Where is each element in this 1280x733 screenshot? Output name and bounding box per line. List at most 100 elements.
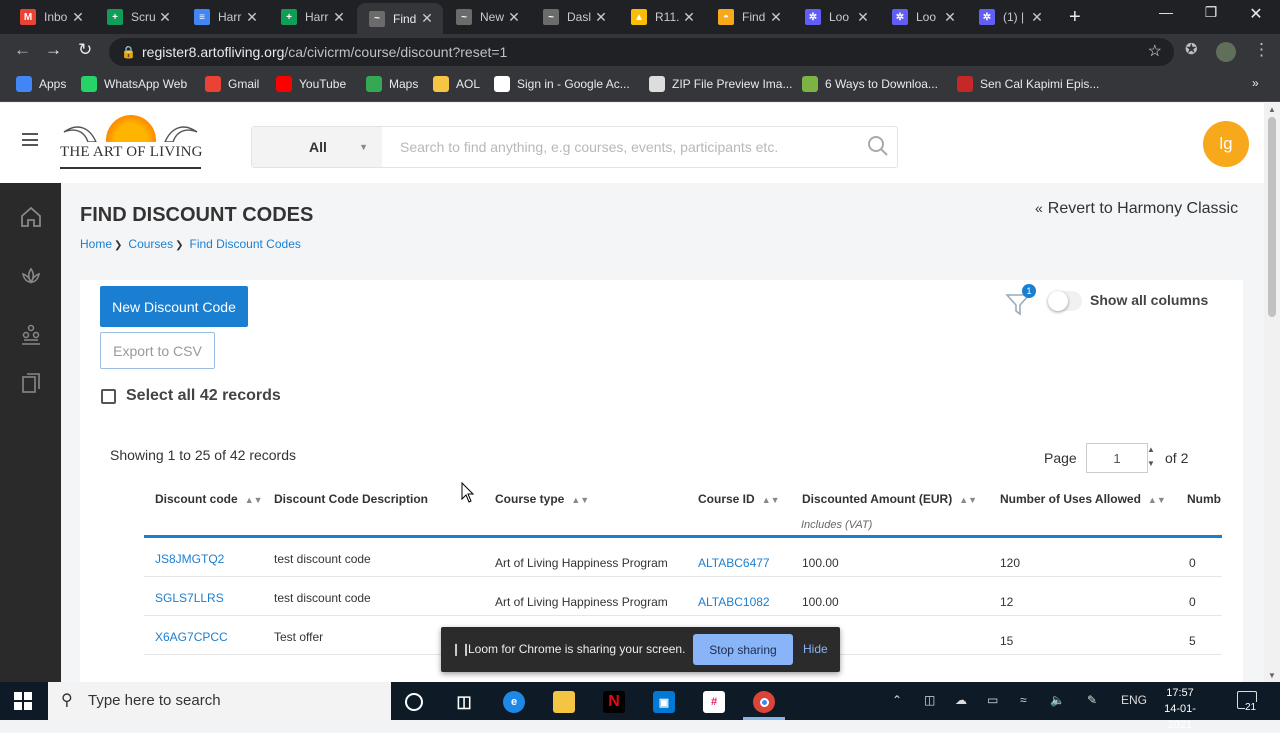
cortana-icon[interactable] — [405, 693, 423, 711]
windows-start-icon[interactable] — [14, 692, 32, 710]
revert-to-classic-link[interactable]: «Revert to Harmony Classic — [1035, 200, 1238, 218]
back-arrow-icon[interactable]: ← — [14, 40, 31, 60]
browser-tab[interactable]: ◓ Find ✕ — [706, 4, 792, 30]
bookmark-item[interactable]: Sign in - Google Ac... — [494, 76, 630, 92]
documents-icon[interactable] — [19, 371, 43, 395]
select-all-checkbox[interactable] — [101, 389, 116, 404]
page-stepper[interactable]: ▲ ▼ — [1144, 443, 1158, 473]
course-id-link[interactable]: ALTABC6477 — [698, 556, 770, 570]
browser-tab[interactable]: + Scru ✕ — [95, 4, 181, 30]
close-tab-icon[interactable]: ✕ — [681, 9, 697, 26]
stop-sharing-button[interactable]: Stop sharing — [693, 634, 793, 665]
browser-tab[interactable]: ~ Find ✕ — [357, 3, 443, 34]
hamburger-menu-icon[interactable] — [22, 133, 38, 146]
scroll-down-arrow-icon[interactable]: ▼ — [1268, 671, 1276, 680]
pen-icon[interactable]: ✎ — [1087, 693, 1097, 707]
vertical-scrollbar[interactable]: ▲ ▼ — [1264, 103, 1280, 682]
browser-tab[interactable]: ≡ Harr ✕ — [182, 4, 268, 30]
close-tab-icon[interactable]: ✕ — [768, 9, 784, 26]
remote-desktop-icon[interactable]: ▣ — [653, 691, 675, 713]
export-csv-button[interactable]: Export to CSV — [100, 332, 215, 369]
minimize-button[interactable]: — — [1146, 4, 1186, 20]
bookmark-star-icon[interactable]: ☆ — [1148, 38, 1162, 66]
home-icon[interactable] — [19, 205, 43, 229]
bookmark-item[interactable]: ZIP File Preview Ima... — [649, 76, 792, 92]
browser-tab[interactable]: ▲ R11. ✕ — [619, 4, 705, 30]
bookmark-item[interactable]: 6 Ways to Downloa... — [802, 76, 938, 92]
browser-tab[interactable]: ~ New ✕ — [444, 4, 530, 30]
bookmark-item[interactable]: Apps — [16, 76, 66, 92]
browser-tab[interactable]: ~ Dasl ✕ — [531, 4, 617, 30]
chrome-icon[interactable] — [753, 691, 775, 713]
close-tab-icon[interactable]: ✕ — [593, 9, 609, 26]
caret-down-icon[interactable]: ▼ — [1144, 457, 1158, 471]
col-header-discounted-amount[interactable]: Discounted Amount (EUR) ▲▼ — [802, 492, 977, 506]
caret-up-icon[interactable]: ▲ — [1144, 443, 1158, 457]
close-tab-icon[interactable]: ✕ — [1029, 9, 1045, 26]
scroll-up-arrow-icon[interactable]: ▲ — [1268, 105, 1276, 114]
discount-code-link[interactable]: SGLS7LLRS — [155, 591, 224, 605]
table-row[interactable]: SGLS7LLRS test discount code Art of Living… — [144, 577, 1222, 616]
close-tab-icon[interactable]: ✕ — [244, 9, 260, 26]
close-tab-icon[interactable]: ✕ — [70, 9, 86, 26]
profile-avatar[interactable] — [1216, 42, 1236, 62]
more-bookmarks-chevron-icon[interactable]: » — [1252, 76, 1259, 90]
course-id-link[interactable]: ALTABC1082 — [698, 595, 770, 609]
system-clock[interactable]: 17:57 14-01-2021 — [1156, 685, 1204, 733]
search-category-select[interactable]: All ▼ — [252, 127, 382, 167]
close-tab-icon[interactable]: ✕ — [419, 10, 435, 27]
lotus-icon[interactable] — [19, 264, 43, 288]
restore-button[interactable]: ❐ — [1191, 4, 1231, 21]
new-tab-button[interactable]: + — [1069, 6, 1081, 29]
col-header-uses-count[interactable]: Numb — [1187, 492, 1221, 506]
browser-tab[interactable]: ✲ (1) | ✕ — [967, 4, 1053, 30]
bookmark-item[interactable]: Sen Cal Kapimi Epis... — [957, 76, 1099, 92]
col-header-course-id[interactable]: Course ID ▲▼ — [698, 492, 780, 506]
chrome-menu-icon[interactable]: ⋮ — [1253, 40, 1270, 60]
show-all-columns-toggle[interactable] — [1048, 291, 1082, 311]
col-header-description[interactable]: Discount Code Description — [274, 492, 428, 506]
forward-arrow-icon[interactable]: → — [45, 40, 62, 60]
bookmark-item[interactable]: YouTube — [276, 76, 346, 92]
close-tab-icon[interactable]: ✕ — [506, 9, 522, 26]
file-explorer-icon[interactable] — [553, 691, 575, 713]
slack-icon[interactable]: # — [703, 691, 725, 713]
art-of-living-logo[interactable]: THE ART OF LIVING — [58, 113, 203, 175]
close-tab-icon[interactable]: ✕ — [157, 9, 173, 26]
battery-icon[interactable]: ▭ — [987, 693, 998, 707]
close-tab-icon[interactable]: ✕ — [855, 9, 871, 26]
lock-icon[interactable]: 🔒 — [121, 38, 136, 66]
vertical-scroll-thumb[interactable] — [1268, 117, 1276, 317]
volume-icon[interactable]: 🔈 — [1050, 693, 1065, 707]
search-icon[interactable] — [867, 135, 889, 157]
tray-overflow-chevron-icon[interactable]: ⌃ — [892, 693, 902, 707]
browser-tab[interactable]: ✲ Loo ✕ — [793, 4, 879, 30]
browser-tab[interactable]: + Harr ✕ — [269, 4, 355, 30]
address-bar[interactable]: 🔒 register8.artofliving.org/ca/civicrm/c… — [109, 38, 1174, 66]
breadcrumb-courses[interactable]: Courses — [128, 237, 173, 251]
close-tab-icon[interactable]: ✕ — [942, 9, 958, 26]
browser-tab[interactable]: M Inbo ✕ — [8, 4, 94, 30]
bookmark-item[interactable]: WhatsApp Web — [81, 76, 187, 92]
onedrive-cloud-icon[interactable]: ☁ — [955, 693, 967, 707]
browser-tab[interactable]: ✲ Loo ✕ — [880, 4, 966, 30]
bookmark-item[interactable]: AOL — [433, 76, 480, 92]
breadcrumb-current[interactable]: Find Discount Codes — [189, 237, 300, 251]
breadcrumb-home[interactable]: Home — [80, 237, 112, 251]
edge-icon[interactable]: e — [503, 691, 525, 713]
close-window-button[interactable]: ✕ — [1236, 4, 1276, 24]
bookmark-item[interactable]: Maps — [366, 76, 418, 92]
reload-icon[interactable]: ↻ — [78, 40, 92, 60]
taskbar-search-box[interactable]: ⚲ Type here to search — [48, 682, 391, 720]
discount-code-link[interactable]: X6AG7CPCC — [155, 630, 228, 644]
search-input[interactable] — [400, 127, 850, 167]
participants-icon[interactable] — [19, 323, 43, 347]
close-tab-icon[interactable]: ✕ — [331, 9, 347, 26]
meet-now-icon[interactable]: ◫ — [924, 693, 935, 707]
discount-code-link[interactable]: JS8JMGTQ2 — [155, 552, 224, 566]
table-row[interactable]: JS8JMGTQ2 test discount code Art of Living… — [144, 538, 1222, 577]
col-header-discount-code[interactable]: Discount code ▲▼ — [155, 492, 263, 506]
extensions-puzzle-icon[interactable]: ✪ — [1185, 40, 1198, 58]
input-language[interactable]: ENG — [1121, 693, 1147, 707]
hide-button[interactable]: Hide — [803, 642, 828, 656]
